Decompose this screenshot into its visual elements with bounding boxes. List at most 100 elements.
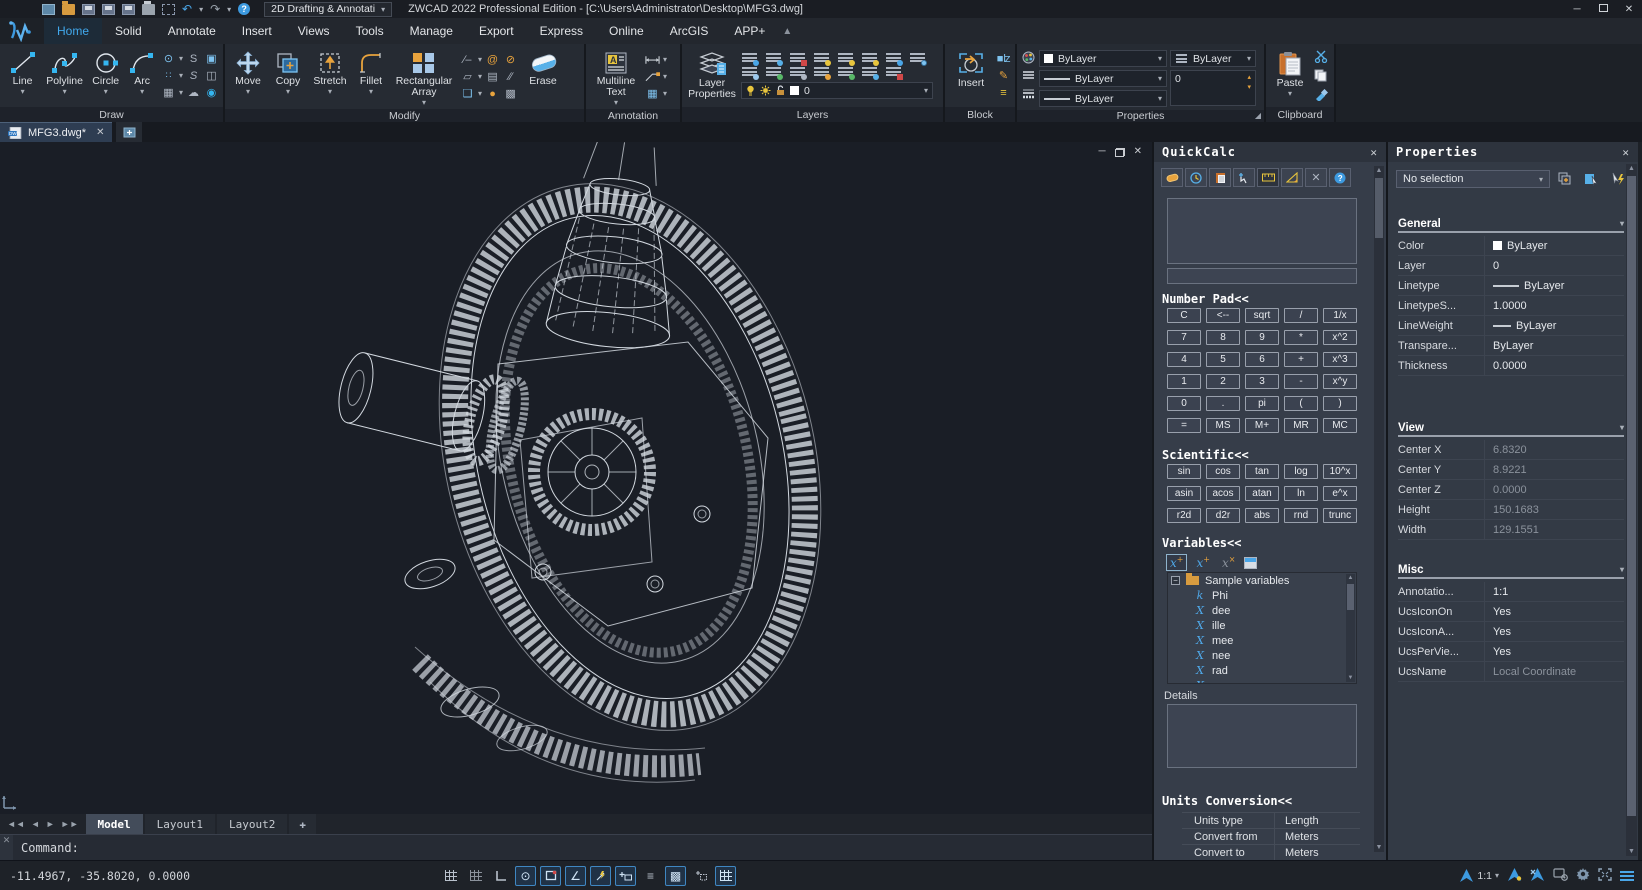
lineweight-list-icon[interactable] (1021, 86, 1036, 100)
command-window-close-icon[interactable]: ✕ (0, 835, 13, 860)
tab-layout2[interactable]: Layout2 (217, 814, 287, 834)
mdi-minimize-button[interactable]: ─ (1099, 147, 1106, 157)
workspace-switch-icon[interactable] (1553, 868, 1568, 884)
property-row[interactable]: LinetypeByLayer (1398, 276, 1624, 296)
edit-hatch-icon[interactable]: ▩ (503, 87, 518, 101)
offset-icon[interactable]: ❑ (460, 87, 475, 101)
hatch-icon[interactable]: ▦ (161, 86, 176, 100)
calc-key[interactable]: e^x (1323, 486, 1357, 501)
measure-distance-icon[interactable] (1257, 168, 1279, 187)
quickcalc-input[interactable] (1167, 268, 1357, 284)
property-row[interactable]: ColorByLayer (1398, 236, 1624, 256)
undo-dropdown-icon[interactable]: ▾ (199, 6, 203, 13)
tab-online[interactable]: Online (596, 18, 657, 44)
annotation-monitor-toggle[interactable] (715, 866, 736, 886)
spline-icon[interactable]: S (186, 52, 201, 66)
calc-key[interactable]: trunc (1323, 508, 1357, 523)
linear-dimension-icon[interactable] (645, 53, 660, 67)
quickcalc-help-icon[interactable]: ? (1329, 168, 1351, 187)
section-general[interactable]: General▾ (1398, 216, 1624, 233)
calc-key[interactable]: M+ (1245, 418, 1279, 433)
units-row[interactable]: Convert to Meters (1182, 844, 1360, 860)
measure-angle-icon[interactable] (1281, 168, 1303, 187)
variable-row[interactable]: Xrad (1168, 663, 1356, 678)
calc-key[interactable]: * (1284, 330, 1318, 345)
close-button[interactable]: ✕ (1616, 4, 1642, 15)
quickcalc-scrollbar[interactable]: ▲ ▼ (1374, 166, 1384, 852)
object-snap-toggle[interactable] (540, 866, 561, 886)
property-row[interactable]: UcsNameLocal Coordinate (1398, 662, 1624, 682)
manage-attributes-icon[interactable]: ≡ (996, 86, 1011, 100)
layer-delete-icon[interactable] (885, 66, 902, 78)
open-icon[interactable] (62, 4, 75, 15)
minimize-button[interactable]: ─ (1564, 4, 1590, 15)
property-row[interactable]: Center Z0.0000 (1398, 480, 1624, 500)
next-tab-icon[interactable]: ► (46, 819, 55, 829)
paste-button[interactable]: Paste▾ (1270, 47, 1310, 104)
calc-key[interactable]: acos (1206, 486, 1240, 501)
scroll-up-icon[interactable]: ▲ (1626, 165, 1637, 172)
mdi-restore-button[interactable] (1115, 148, 1125, 157)
scale-icon[interactable]: ▱ (460, 70, 475, 84)
property-row[interactable]: UcsIconOnYes (1398, 602, 1624, 622)
block-editor-icon[interactable]: ✎ (996, 69, 1011, 83)
layer-dropdown[interactable]: 0 ▾ (741, 82, 933, 99)
units-row[interactable]: Convert from Meters (1182, 828, 1360, 844)
color-palette-icon[interactable] (1021, 50, 1036, 64)
chevron-down-icon[interactable]: ▾ (179, 55, 183, 62)
tab-insert[interactable]: Insert (229, 18, 285, 44)
ribbon-collapse-icon[interactable]: ▲ (782, 18, 792, 44)
section-view[interactable]: View▾ (1398, 420, 1624, 437)
dialog-launcher-icon[interactable]: ◢ (1255, 111, 1261, 120)
calc-key[interactable]: C (1167, 308, 1201, 323)
calc-key[interactable]: x^y (1323, 374, 1357, 389)
calc-key[interactable]: 0 (1167, 396, 1201, 411)
lineweight-spinner[interactable]: 0 ▴ ▾ (1170, 70, 1256, 106)
property-row[interactable]: UcsPerVie...Yes (1398, 642, 1624, 662)
calculator-icon[interactable] (1244, 557, 1257, 569)
close-document-icon[interactable]: ✕ (96, 127, 104, 138)
scroll-up-icon[interactable]: ▲ (1374, 167, 1384, 174)
help-icon[interactable] (238, 3, 250, 15)
variables-section-header[interactable]: Variables<< (1162, 536, 1241, 550)
tab-home[interactable]: Home (44, 18, 102, 44)
calc-key[interactable]: = (1167, 418, 1201, 433)
calc-key[interactable]: tan (1245, 464, 1279, 479)
calc-key[interactable]: sin (1167, 464, 1201, 479)
properties-scrollbar[interactable]: ▲ ▼ (1626, 164, 1637, 856)
multiple-points-icon[interactable]: ∷ (161, 69, 176, 83)
tree-root-row[interactable]: − Sample variables (1168, 573, 1356, 588)
prev-tab-icon[interactable]: ◄ (31, 819, 40, 829)
chevron-down-icon[interactable]: ▾ (663, 73, 667, 80)
status-menu-icon[interactable] (1620, 871, 1634, 881)
property-row[interactable]: LineWeightByLayer (1398, 316, 1624, 336)
chevron-down-icon[interactable]: ▾ (663, 90, 667, 97)
calc-key[interactable]: r2d (1167, 508, 1201, 523)
new-drawing-icon[interactable] (42, 4, 55, 15)
layer-off-icon[interactable] (789, 52, 806, 64)
units-row[interactable]: Units type Length (1182, 812, 1360, 828)
revision-cloud-icon[interactable]: ☁ (186, 86, 201, 100)
line-button[interactable]: Line▾ (4, 47, 41, 104)
multiline-text-button[interactable]: A Multiline Text▾ (590, 47, 642, 106)
snap-lightning-toggle[interactable] (590, 866, 611, 886)
dynamic-input-toggle[interactable] (615, 866, 636, 886)
save-icon[interactable] (82, 4, 95, 15)
color-dropdown[interactable]: ByLayer ▾ (1039, 50, 1167, 67)
property-row[interactable]: LinetypeS...1.0000 (1398, 296, 1624, 316)
object-snap-tracking-toggle[interactable]: ∠ (565, 866, 586, 886)
units-conversion-section-header[interactable]: Units Conversion<< (1162, 794, 1292, 808)
calc-key[interactable]: + (1284, 352, 1318, 367)
workspace-switcher[interactable]: 2D Drafting & Annotati ▾ (264, 2, 392, 17)
align-icon[interactable]: ▤ (485, 70, 500, 84)
calc-key[interactable]: log (1284, 464, 1318, 479)
property-row[interactable]: Height150.1683 (1398, 500, 1624, 520)
scientific-section-header[interactable]: Scientific<< (1162, 448, 1249, 462)
layer-properties-button[interactable]: Layer Properties (686, 47, 738, 104)
scroll-down-icon[interactable]: ▼ (1374, 844, 1384, 851)
add-layout-button[interactable]: ✚ (289, 814, 316, 834)
number-pad-section-header[interactable]: Number Pad<< (1162, 292, 1249, 306)
undo-icon[interactable]: ↶ (182, 4, 192, 14)
auto-annotation-scale-icon[interactable] (1530, 868, 1545, 884)
spinner-down-icon[interactable]: ▾ (1247, 83, 1251, 91)
